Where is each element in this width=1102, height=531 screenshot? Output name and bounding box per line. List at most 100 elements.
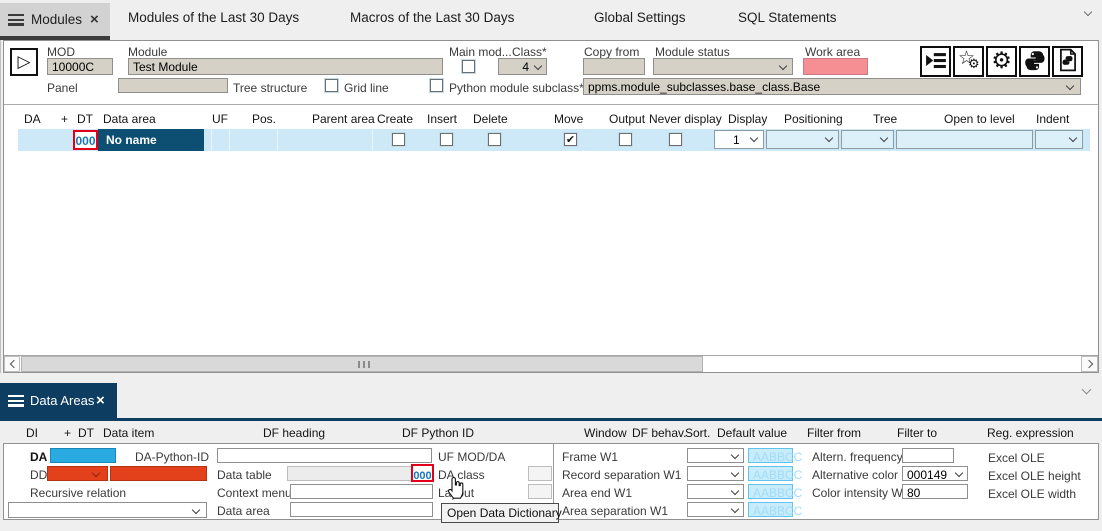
module-status-select[interactable] [653, 58, 793, 75]
da-field[interactable] [50, 448, 116, 463]
ddi-field[interactable] [110, 466, 207, 481]
altern-frequency-label: Altern. frequency [812, 450, 903, 464]
display-select[interactable]: 1 [714, 130, 764, 149]
area-separation-w1-color-field[interactable]: AABBCC [748, 502, 793, 517]
col-window: Window [584, 426, 627, 440]
mod-label: MOD [47, 45, 75, 59]
excel-ole-width-label: Excel OLE width [988, 487, 1076, 501]
recursive-relation-select[interactable] [8, 502, 207, 518]
delete-checkbox[interactable] [488, 133, 501, 146]
layout-field[interactable] [528, 484, 552, 499]
favorites-settings-button[interactable]: ☆ ⚙ [953, 46, 984, 77]
gear-icon: ⚙ [991, 48, 1012, 74]
col-default-value: Default value [717, 426, 787, 440]
tab-modules[interactable]: Modules × [0, 3, 110, 36]
scrollbar-thumb[interactable] [21, 356, 703, 372]
collapse-chevron-icon[interactable] [1082, 385, 1092, 395]
area-separation-w1-label: Area separation W1 [562, 504, 668, 518]
frame-w1-color-field[interactable]: AABBCC [748, 448, 793, 463]
da-class-field[interactable] [528, 466, 552, 481]
tree-structure-label: Tree structure [233, 81, 307, 95]
tab-global-settings[interactable]: Global Settings [594, 10, 686, 25]
hamburger-icon[interactable] [8, 14, 24, 26]
python-button[interactable] [1019, 46, 1050, 77]
scroll-left-button[interactable] [4, 356, 20, 372]
module-field[interactable]: Test Module [128, 58, 443, 75]
ddi-select[interactable] [47, 466, 108, 481]
main-mod-checkbox[interactable] [462, 60, 475, 73]
create-checkbox[interactable] [392, 133, 405, 146]
run-module-button[interactable]: ▷ [10, 48, 38, 76]
data-area-label: Data area [217, 504, 270, 518]
col-indent: Indent [1036, 112, 1069, 126]
never-display-checkbox[interactable] [669, 133, 682, 146]
col-move: Move [554, 112, 583, 126]
record-separation-w1-select[interactable] [687, 466, 744, 481]
python-subclass-select[interactable]: ppms.module_subclasses.base_class.Base [583, 78, 1081, 95]
altern-frequency-input[interactable] [902, 448, 954, 463]
row-data-area-cell[interactable]: No name [98, 129, 204, 151]
tree-select[interactable] [841, 130, 894, 149]
module-status-label: Module status [655, 45, 730, 59]
data-dictionary-badge[interactable]: 000 [411, 464, 434, 482]
col-sort: Sort. [685, 426, 710, 440]
python-file-button[interactable] [1052, 46, 1083, 77]
data-area-input[interactable] [290, 502, 433, 517]
hamburger-icon[interactable] [8, 395, 24, 407]
check-icon: ✔ [566, 134, 575, 146]
python-file-icon [1057, 48, 1079, 72]
alternative-color-select[interactable]: 000149 [902, 466, 968, 481]
context-menu-input[interactable] [290, 484, 433, 499]
tab-sql-statements[interactable]: SQL Statements [738, 10, 837, 25]
move-checkbox[interactable]: ✔ [564, 133, 577, 146]
python-subclass-checkbox[interactable] [430, 79, 443, 92]
class-select[interactable]: 4 [498, 58, 547, 75]
col-da: DA [24, 112, 41, 126]
col-plus[interactable]: + [61, 112, 68, 126]
open-to-level-cell[interactable] [896, 130, 1033, 149]
row-dt-cell[interactable]: 000 [73, 130, 98, 150]
tab-data-areas[interactable]: Data Areas × [0, 383, 117, 418]
panel-field[interactable] [118, 78, 228, 93]
insert-checkbox[interactable] [440, 133, 453, 146]
copy-from-label: Copy from [584, 45, 639, 59]
run-macro-button[interactable] [920, 46, 951, 77]
tab-macros-last-30-days[interactable]: Macros of the Last 30 Days [350, 10, 514, 25]
da-python-id-input[interactable] [217, 448, 432, 463]
tab-modules-last-30-days[interactable]: Modules of the Last 30 Days [128, 10, 299, 25]
uf-mod-da-label: UF MOD/DA [438, 450, 505, 464]
scroll-right-button[interactable] [1081, 356, 1098, 372]
module-label: Module [128, 45, 167, 59]
application-window: Modules × Modules of the Last 30 Days Ma… [0, 0, 1102, 531]
col-never-display: Never display [649, 112, 722, 126]
close-icon[interactable]: × [96, 394, 105, 408]
col-plus[interactable]: + [64, 426, 71, 440]
area-end-w1-select[interactable] [687, 484, 744, 499]
mod-field[interactable]: 10000C [47, 58, 113, 75]
col-df-behav: DF behav. [632, 426, 686, 440]
frame-w1-select[interactable] [687, 448, 744, 463]
area-end-w1-color-field[interactable]: AABBCC [748, 484, 793, 499]
recursive-relation-label: Recursive relation [30, 486, 126, 500]
output-checkbox[interactable] [619, 133, 632, 146]
area-separation-w1-select[interactable] [687, 502, 744, 517]
positioning-select[interactable] [766, 130, 839, 149]
col-create: Create [377, 112, 413, 126]
record-separation-w1-color-field[interactable]: AABBCC [748, 466, 793, 481]
indent-select[interactable] [1035, 130, 1083, 149]
col-di: DI [26, 426, 38, 440]
small-gear-icon: ⚙ [968, 57, 980, 72]
grid-line-checkbox[interactable] [325, 79, 338, 92]
color-intensity-input[interactable]: 80 [902, 484, 968, 499]
hand-cursor [444, 477, 466, 501]
work-area-label: Work area [805, 45, 860, 59]
col-tree: Tree [873, 112, 897, 126]
col-df-python-id: DF Python ID [402, 426, 474, 440]
run-list-icon [925, 50, 947, 72]
close-icon[interactable]: × [90, 13, 99, 27]
copy-from-field[interactable] [583, 58, 645, 75]
col-filter-to: Filter to [897, 426, 937, 440]
col-open-to-level: Open to level [944, 112, 1015, 126]
work-area-field[interactable] [803, 58, 868, 75]
settings-button[interactable]: ⚙ [986, 46, 1017, 77]
